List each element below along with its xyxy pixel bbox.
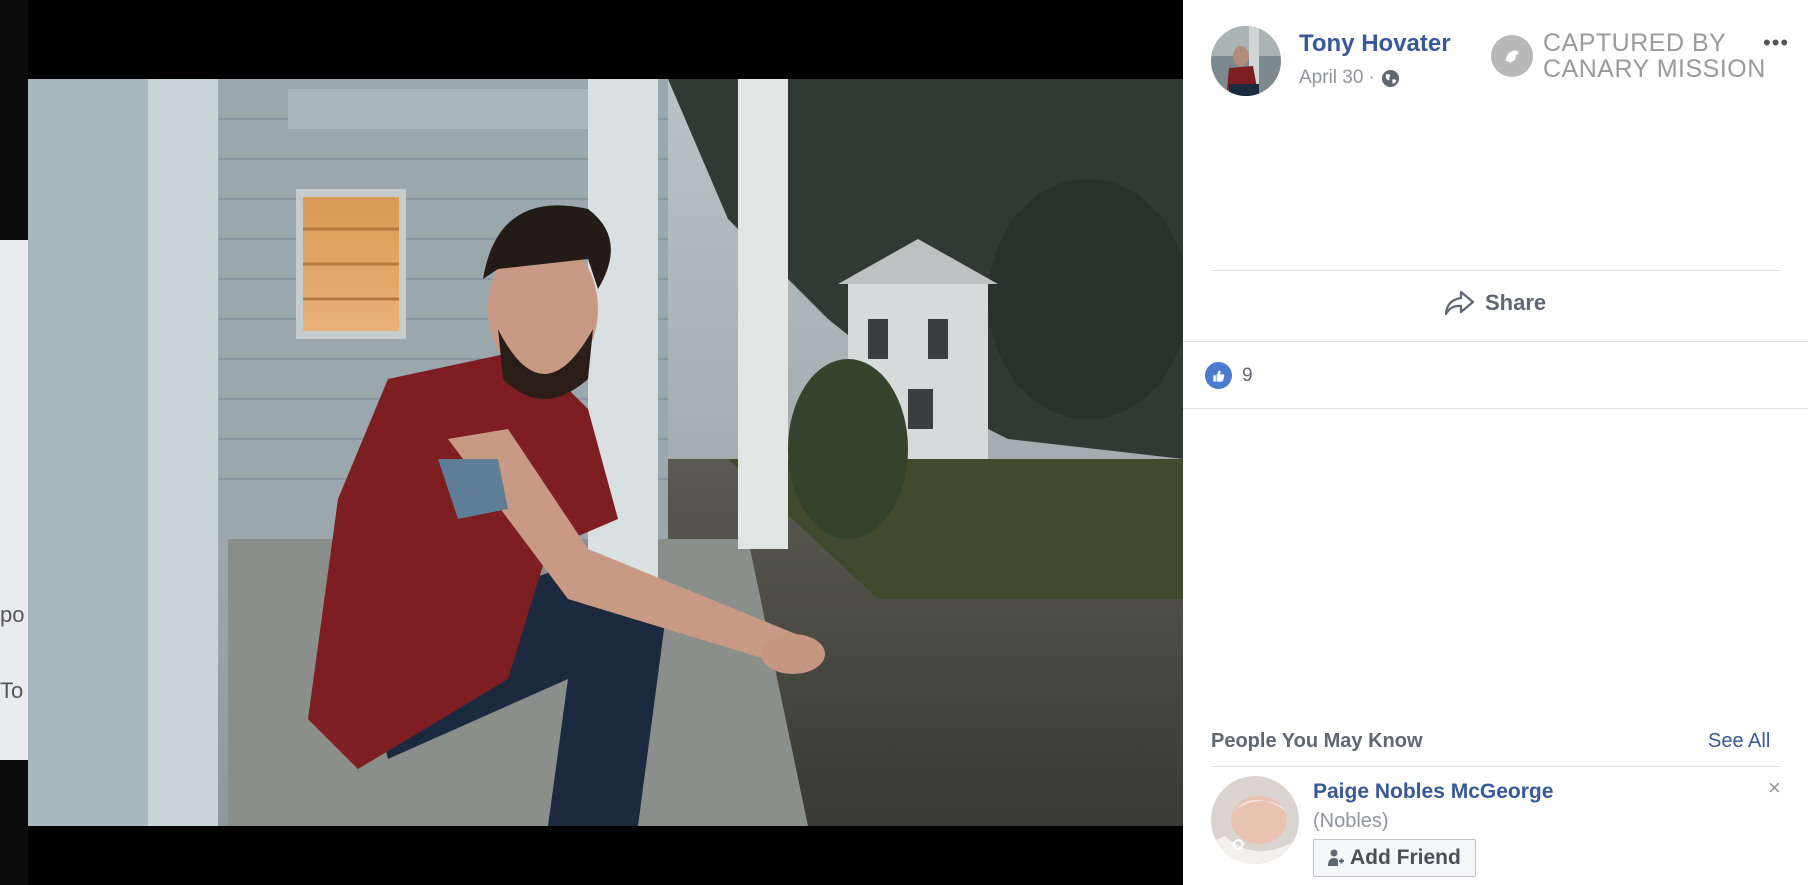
divider — [1183, 408, 1808, 409]
suggested-person-subtitle: (Nobles) — [1313, 810, 1389, 832]
reaction-summary[interactable]: 9 — [1205, 362, 1253, 389]
post-date-link[interactable]: April 30 — [1299, 67, 1363, 89]
like-thumb-icon — [1205, 362, 1232, 389]
author-name-link[interactable]: Tony Hovater — [1299, 30, 1451, 58]
add-friend-button[interactable]: Add Friend — [1313, 839, 1476, 877]
watermark-line-1: CAPTURED BY — [1543, 29, 1727, 57]
globe-icon[interactable] — [1381, 69, 1400, 88]
pymk-list-item: Paige Nobles McGeorge (Nobles) Add Frien… — [1211, 776, 1553, 877]
divider — [1211, 270, 1781, 271]
photo-image — [28, 79, 1183, 826]
post-sidebar: Tony Hovater April 30 · CAPTURED BY CANA… — [1183, 0, 1808, 885]
suggested-person-name[interactable]: Paige Nobles McGeorge — [1313, 780, 1553, 804]
share-arrow-icon — [1444, 290, 1475, 316]
share-button[interactable]: Share — [1443, 288, 1546, 318]
like-count: 9 — [1242, 364, 1253, 386]
dismiss-suggestion-icon[interactable]: × — [1768, 775, 1781, 801]
divider — [1183, 341, 1808, 342]
avatar-image — [1211, 776, 1299, 864]
post-meta: April 30 · — [1299, 67, 1451, 89]
add-friend-label: Add Friend — [1350, 846, 1461, 869]
photo-viewer: po To — [0, 0, 1183, 885]
background-text-fragment: po — [0, 602, 25, 627]
see-all-link[interactable]: See All — [1708, 730, 1770, 753]
suggested-person-avatar[interactable] — [1211, 776, 1299, 864]
background-card: po To — [0, 240, 28, 760]
background-text-fragment: To — [0, 678, 24, 703]
meta-separator: · — [1368, 67, 1375, 88]
pymk-title: People You May Know — [1211, 730, 1423, 752]
author-avatar[interactable] — [1211, 26, 1281, 96]
canary-mission-watermark: CAPTURED BY CANARY MISSION — [1491, 30, 1766, 82]
share-label: Share — [1485, 290, 1547, 315]
divider — [1211, 766, 1781, 767]
post-photo[interactable] — [28, 79, 1183, 826]
add-friend-icon — [1328, 849, 1344, 866]
post-author: Tony Hovater April 30 · — [1211, 26, 1451, 96]
avatar-image — [1211, 26, 1281, 96]
canary-bird-icon — [1491, 35, 1533, 77]
watermark-line-2: CANARY MISSION — [1543, 55, 1766, 83]
more-options-icon[interactable]: ••• — [1763, 30, 1789, 56]
